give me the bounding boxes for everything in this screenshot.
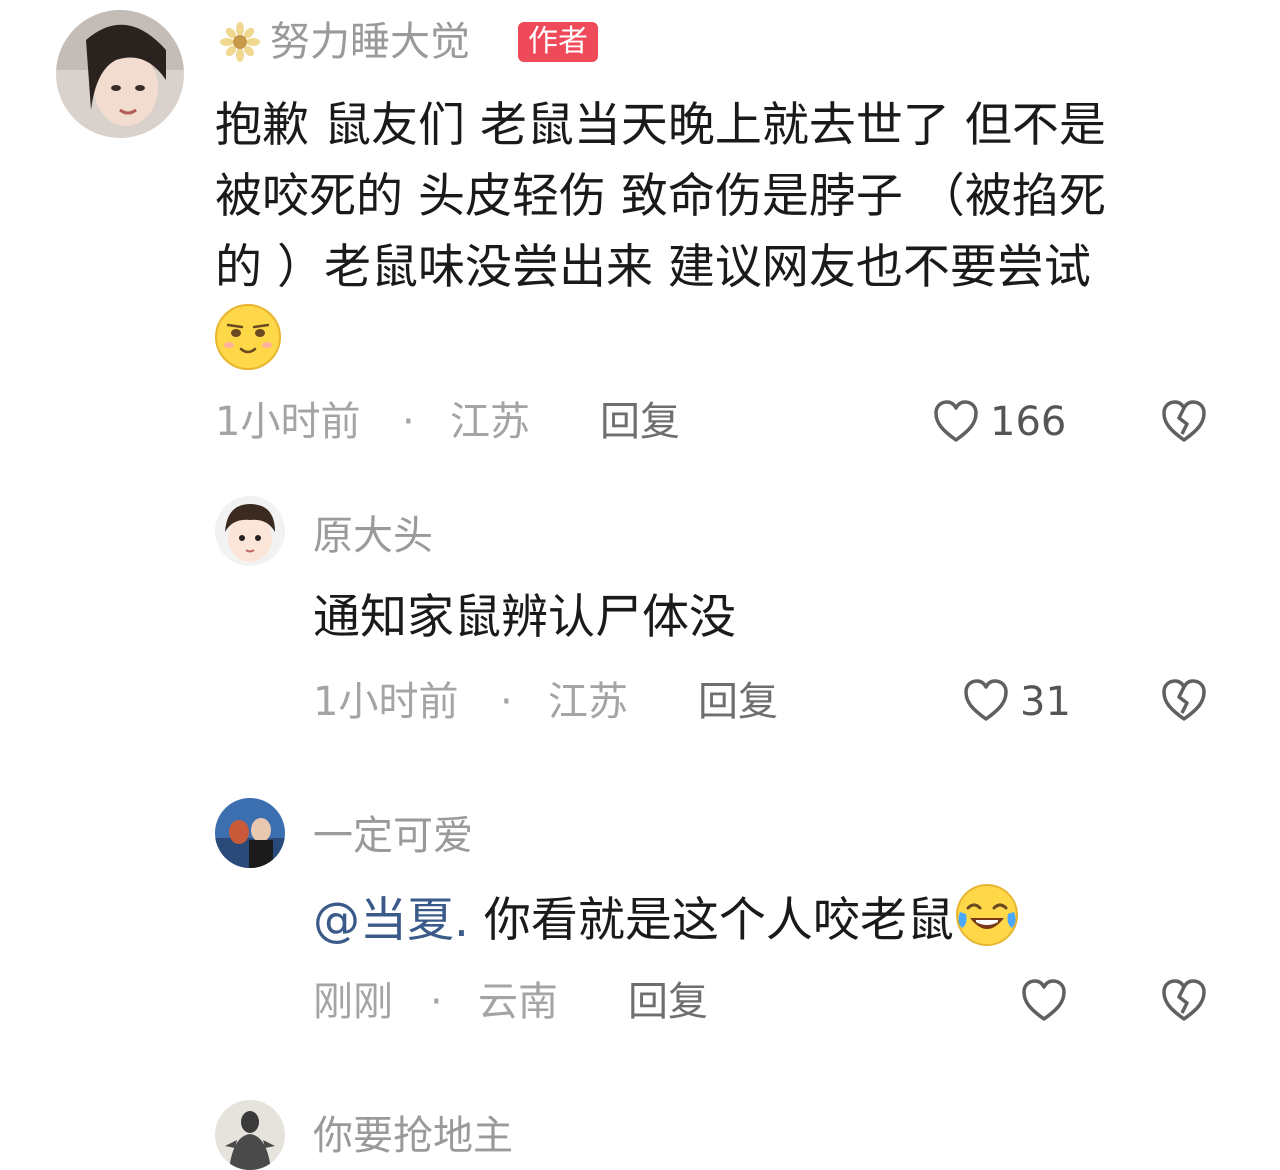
mention-link[interactable]: @当夏. — [313, 893, 469, 948]
like-count: 166 — [990, 399, 1067, 445]
broken-heart-icon[interactable] — [1160, 977, 1208, 1023]
meta-separator: · — [430, 979, 443, 1025]
comment-time: 刚刚 — [313, 979, 393, 1025]
avatar[interactable] — [215, 496, 285, 566]
comment-text: @当夏. 你看就是这个人咬老鼠 — [313, 882, 1020, 956]
comment-username[interactable]: 努力睡大觉 — [270, 18, 470, 66]
comment-text-line: 被咬死的 头皮轻伤 致命伤是脖子 （被掐死 — [215, 169, 1106, 224]
heart-outline-icon[interactable] — [962, 677, 1010, 723]
comment-text-line: 的 ）老鼠味没尝出来 建议网友也不要尝试 — [215, 240, 1091, 295]
comment-username[interactable]: 原大头 — [313, 512, 433, 560]
comment-username[interactable]: 你要抢地主 — [313, 1112, 513, 1160]
author-badge: 作者 — [518, 22, 598, 62]
comment-time: 1小时前 — [313, 679, 459, 725]
tears-of-joy-emoji — [954, 884, 1020, 948]
sunflower-icon — [220, 22, 260, 62]
meta-separator: · — [402, 399, 415, 445]
comment-time: 1小时前 — [215, 399, 361, 445]
avatar[interactable] — [215, 1100, 285, 1170]
comment-text: 通知家鼠辨认尸体没 — [313, 590, 736, 645]
comment-location: 江苏 — [548, 679, 628, 725]
heart-outline-icon[interactable] — [1020, 977, 1068, 1023]
comment-text-line: 抱歉 鼠友们 老鼠当天晚上就去世了 但不是 — [215, 98, 1106, 153]
comment-text: 抱歉 鼠友们 老鼠当天晚上就去世了 但不是 被咬死的 头皮轻伤 致命伤是脖子 （… — [215, 90, 1106, 303]
comment-body: 你看就是这个人咬老鼠 — [468, 893, 954, 948]
reply-button[interactable]: 回复 — [600, 398, 680, 446]
comment-username[interactable]: 一定可爱 — [313, 812, 473, 860]
meta-separator: · — [500, 679, 513, 725]
broken-heart-icon[interactable] — [1160, 398, 1208, 444]
like-count: 31 — [1020, 679, 1071, 725]
comment-location: 江苏 — [450, 399, 530, 445]
broken-heart-icon[interactable] — [1160, 677, 1208, 723]
comment-location: 云南 — [478, 979, 558, 1025]
avatar[interactable] — [56, 10, 184, 138]
reply-button[interactable]: 回复 — [628, 978, 708, 1026]
heart-outline-icon[interactable] — [932, 398, 980, 444]
avatar[interactable] — [215, 798, 285, 868]
reply-button[interactable]: 回复 — [698, 678, 778, 726]
smirk-face-emoji — [214, 303, 282, 371]
